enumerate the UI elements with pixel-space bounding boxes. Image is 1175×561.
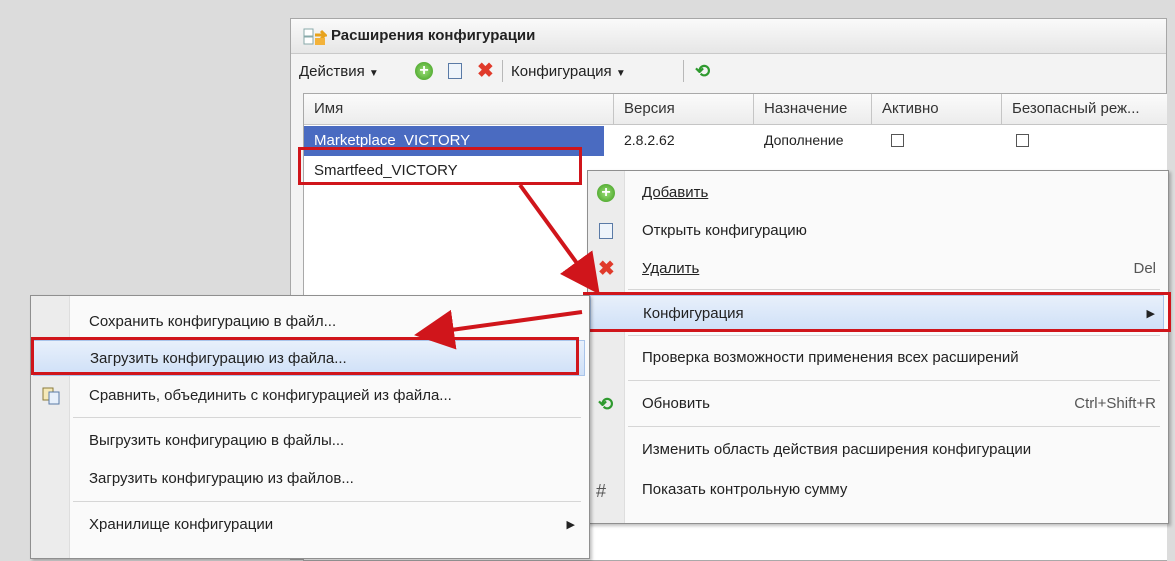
arrow-to-configuration (518, 183, 600, 295)
arrow-to-load-item (414, 309, 583, 350)
annotation-arrows (414, 183, 600, 350)
